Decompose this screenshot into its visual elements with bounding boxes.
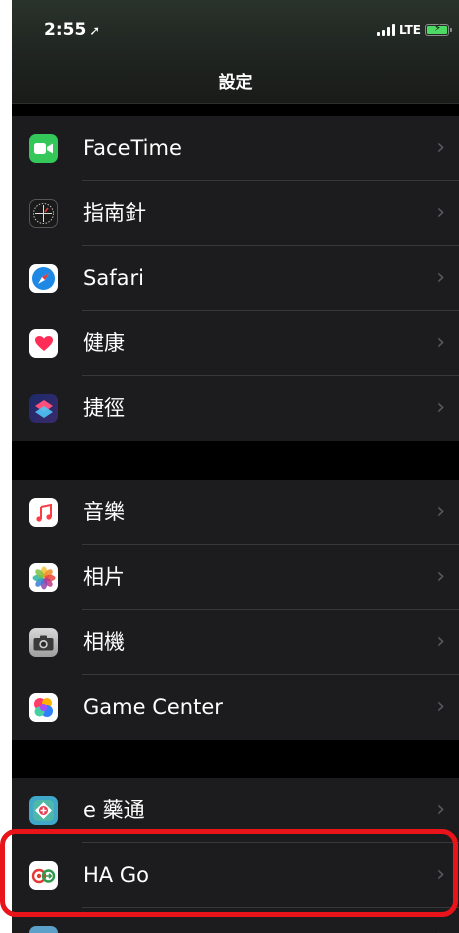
game-center-icon [29, 693, 58, 722]
signal-icon [376, 24, 395, 36]
chevron-right-icon: › [436, 499, 445, 524]
settings-row-music[interactable]: 音樂 › [12, 480, 459, 545]
chevron-right-icon: › [436, 564, 445, 589]
chevron-right-icon: › [436, 135, 445, 160]
chevron-right-icon: › [436, 926, 445, 933]
settings-row-label: FaceTime [83, 136, 182, 160]
health-icon [29, 329, 58, 358]
network-type: LTE [398, 23, 421, 37]
chevron-right-icon: › [436, 797, 445, 822]
status-indicators: LTE ⚡ [376, 23, 452, 37]
settings-group-2: 音樂 › 相片 › 相機 › Game Center › [12, 480, 459, 740]
settings-row-label: 指南針 [83, 201, 146, 225]
battery-icon: ⚡ [425, 23, 452, 36]
settings-screen: 2:55 ➚ LTE ⚡ 設定 FaceTime › 指南針 › Safari … [12, 0, 459, 933]
chevron-right-icon: › [436, 330, 445, 355]
settings-row-label: HA Go [83, 863, 149, 887]
settings-group-3: e 藥通 › HA Go › › [12, 778, 459, 933]
status-time-text: 2:55 [44, 20, 87, 40]
chevron-right-icon: › [436, 629, 445, 654]
location-arrow-icon: ➚ [89, 24, 101, 39]
app-icon [29, 926, 58, 933]
settings-row-e-medicine[interactable]: e 藥通 › [12, 778, 459, 843]
ha-go-icon [29, 861, 58, 890]
settings-row-label: 音樂 [83, 500, 125, 524]
settings-row-shortcuts[interactable]: 捷徑 › [12, 376, 459, 441]
settings-row-photos[interactable]: 相片 › [12, 545, 459, 610]
e-medicine-icon [29, 796, 58, 825]
settings-row-label: Game Center [83, 695, 223, 719]
shortcuts-icon [29, 394, 58, 423]
camera-icon [29, 628, 58, 657]
safari-icon [29, 264, 58, 293]
chevron-right-icon: › [436, 694, 445, 719]
chevron-right-icon: › [436, 265, 445, 290]
settings-row-label: 健康 [83, 331, 125, 355]
settings-row-label: e 藥通 [83, 798, 145, 822]
settings-row-compass[interactable]: 指南針 › [12, 181, 459, 246]
settings-row-safari[interactable]: Safari › [12, 246, 459, 311]
settings-row-next-partial[interactable]: › [12, 908, 459, 933]
settings-row-facetime[interactable]: FaceTime › [12, 116, 459, 181]
settings-row-game-center[interactable]: Game Center › [12, 675, 459, 740]
photos-icon [29, 563, 58, 592]
settings-row-label: 捷徑 [83, 396, 125, 420]
settings-row-label: 相片 [83, 565, 125, 589]
music-icon [29, 498, 58, 527]
facetime-icon [29, 134, 58, 163]
chevron-right-icon: › [436, 395, 445, 420]
status-time: 2:55 ➚ [44, 20, 100, 40]
settings-row-label: Safari [83, 266, 144, 290]
settings-row-label: 相機 [83, 630, 125, 654]
settings-row-camera[interactable]: 相機 › [12, 610, 459, 675]
settings-group-1: FaceTime › 指南針 › Safari › 健康 › 捷徑 › [12, 116, 459, 441]
chevron-right-icon: › [436, 862, 445, 887]
settings-row-health[interactable]: 健康 › [12, 311, 459, 376]
navigation-header: 2:55 ➚ LTE ⚡ 設定 [12, 0, 459, 104]
settings-row-ha-go[interactable]: HA Go › [12, 843, 459, 908]
compass-icon [29, 199, 58, 228]
page-title: 設定 [218, 73, 253, 93]
chevron-right-icon: › [436, 200, 445, 225]
